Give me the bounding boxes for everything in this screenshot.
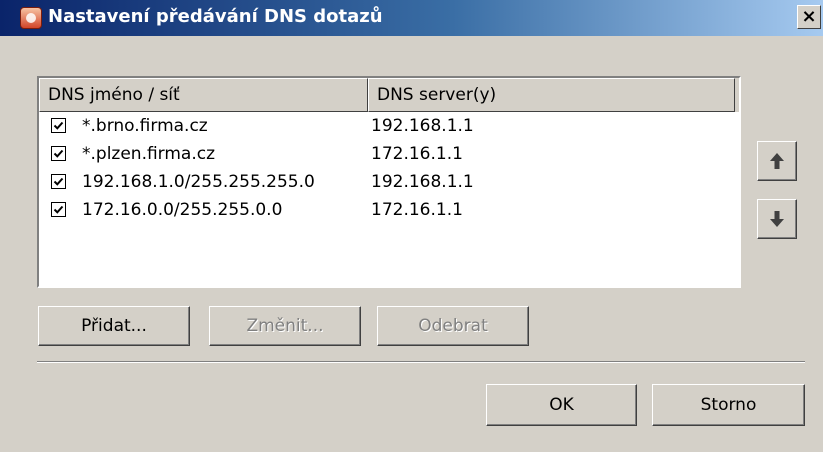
- close-button[interactable]: ×: [797, 5, 821, 29]
- add-button[interactable]: Přidat...: [38, 306, 190, 346]
- column-header-dns-server[interactable]: DNS server(y): [368, 78, 735, 112]
- row-dns-name: 172.16.0.0/255.255.0.0: [82, 200, 283, 220]
- dns-forward-list[interactable]: DNS jméno / síť DNS server(y) *.brno.fir…: [37, 76, 741, 288]
- checkmark-icon: [53, 177, 64, 186]
- ok-button[interactable]: OK: [486, 384, 637, 426]
- row-dns-name: *.brno.firma.cz: [82, 116, 208, 136]
- row-checkbox[interactable]: [51, 174, 66, 189]
- list-row[interactable]: 192.168.1.0/255.255.255.0 192.168.1.1: [39, 168, 739, 196]
- row-dns-server: 192.168.1.1: [371, 172, 474, 192]
- row-checkbox[interactable]: [51, 118, 66, 133]
- checkmark-icon: [53, 121, 64, 130]
- list-row[interactable]: *.plzen.firma.cz 172.16.1.1: [39, 140, 739, 168]
- list-rows: *.brno.firma.cz 192.168.1.1 *.plzen.firm…: [39, 112, 739, 224]
- row-dns-name: 192.168.1.0/255.255.255.0: [82, 172, 315, 192]
- row-dns-server: 172.16.1.1: [371, 144, 463, 164]
- row-checkbox[interactable]: [51, 202, 66, 217]
- move-down-button[interactable]: [757, 199, 797, 239]
- list-header: DNS jméno / síť DNS server(y): [39, 78, 739, 112]
- row-checkbox[interactable]: [51, 146, 66, 161]
- title-bar[interactable]: Nastavení předávání DNS dotazů ×: [0, 0, 823, 36]
- separator: [37, 361, 805, 363]
- app-icon: [20, 7, 42, 29]
- cancel-button[interactable]: Storno: [652, 384, 805, 426]
- row-dns-server: 172.16.1.1: [371, 200, 463, 220]
- dns-forwarding-dialog: Nastavení předávání DNS dotazů × DNS jmé…: [0, 0, 823, 452]
- row-dns-name: *.plzen.firma.cz: [82, 144, 216, 164]
- arrow-up-icon: [770, 153, 784, 169]
- list-row[interactable]: *.brno.firma.cz 192.168.1.1: [39, 112, 739, 140]
- checkmark-icon: [53, 149, 64, 158]
- remove-button[interactable]: Odebrat: [377, 306, 529, 346]
- checkmark-icon: [53, 205, 64, 214]
- column-header-dns-name[interactable]: DNS jméno / síť: [39, 78, 368, 112]
- move-up-button[interactable]: [757, 141, 797, 181]
- dialog-title: Nastavení předávání DNS dotazů: [48, 6, 383, 27]
- arrow-down-icon: [770, 211, 784, 227]
- row-dns-server: 192.168.1.1: [371, 116, 474, 136]
- change-button[interactable]: Změnit...: [209, 306, 361, 346]
- list-row[interactable]: 172.16.0.0/255.255.0.0 172.16.1.1: [39, 196, 739, 224]
